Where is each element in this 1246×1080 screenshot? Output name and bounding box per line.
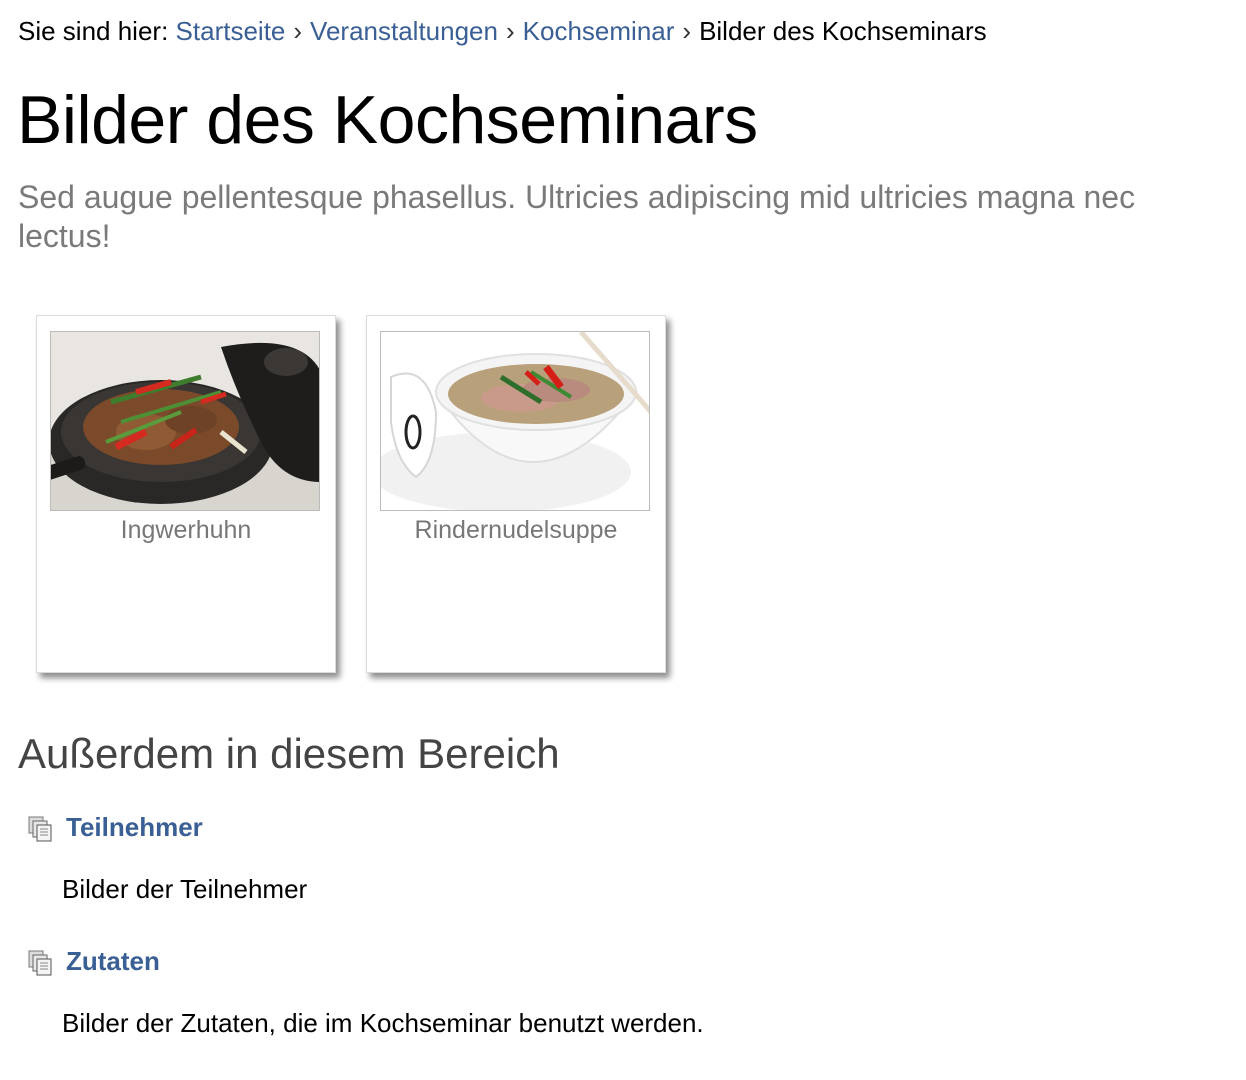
related-link-teilnehmer[interactable]: Teilnehmer [66, 812, 203, 843]
breadcrumb-current: Bilder des Kochseminars [699, 16, 987, 46]
gallery-caption[interactable]: Ingwerhuhn [37, 516, 335, 545]
ginger-chicken-wok-photo[interactable] [50, 331, 320, 511]
folder-icon[interactable] [28, 950, 54, 976]
breadcrumb: Sie sind hier: Startseite › Veranstaltunge… [18, 14, 987, 48]
page-description: Sed augue pellentesque phasellus. Ultric… [18, 179, 1136, 254]
breadcrumb-separator: › [682, 16, 692, 46]
gallery-card-rindernudelsuppe[interactable]: Rindernudelsuppe [366, 315, 666, 673]
breadcrumb-link-veranstaltungen[interactable]: Veranstaltungen [310, 16, 498, 46]
breadcrumb-link-startseite[interactable]: Startseite [176, 16, 286, 46]
related-description: Bilder der Zutaten, die im Kochseminar b… [62, 1008, 704, 1038]
page-title: Bilder des Kochseminars [17, 82, 758, 158]
breadcrumb-separator: › [293, 16, 303, 46]
related-link-zutaten[interactable]: Zutaten [66, 946, 160, 977]
breadcrumb-prefix: Sie sind hier: [18, 16, 169, 46]
related-section-heading: Außerdem in diesem Bereich [18, 730, 560, 777]
breadcrumb-separator: › [505, 16, 515, 46]
beef-noodle-soup-photo[interactable] [380, 331, 650, 511]
gallery-card-ingwerhuhn[interactable]: Ingwerhuhn [36, 315, 336, 673]
gallery-caption[interactable]: Rindernudelsuppe [367, 516, 665, 545]
related-description: Bilder der Teilnehmer [62, 874, 308, 904]
breadcrumb-link-kochseminar[interactable]: Kochseminar [523, 16, 675, 46]
folder-icon[interactable] [28, 816, 54, 842]
